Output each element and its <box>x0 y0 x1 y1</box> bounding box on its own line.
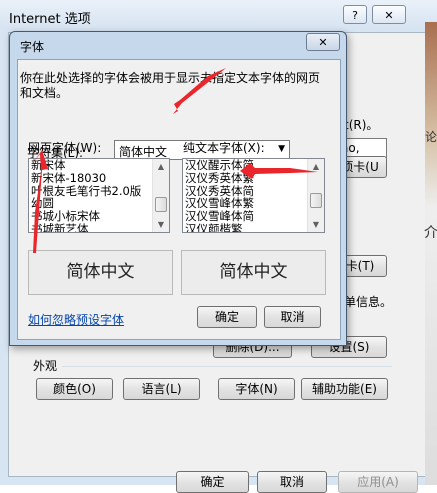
ok-button[interactable]: 确定 <box>176 471 249 493</box>
edge-text: 介 <box>424 225 437 241</box>
chevron-down-icon: ▼ <box>278 144 285 154</box>
webpage-font-label: 网页字体(W): <box>28 141 102 155</box>
webpage-font-scrollbar[interactable]: ▲ ▼ <box>152 159 169 232</box>
plaintext-font-preview: 简体中文 <box>181 250 326 295</box>
scroll-down-icon[interactable]: ▼ <box>153 217 169 232</box>
list-item[interactable]: 书城小标宋体 <box>31 210 152 223</box>
fonts-dialog-title: 字体 <box>20 40 45 54</box>
colors-button[interactable]: 颜色(O) <box>36 378 113 400</box>
webpage-font-list[interactable]: 新宋体 新宋体-18030 叶根友毛笔行书2.0版 幼圆 书城小标宋体 书城新艺体 ▲ ▼ <box>28 158 170 233</box>
list-item[interactable]: 新宋体 <box>31 159 152 172</box>
list-item[interactable]: 汉仪秀英体繁 <box>185 172 307 185</box>
list-item[interactable]: 书城新艺体 <box>31 223 152 232</box>
list-item[interactable]: 汉仪秀英体简 <box>185 185 307 198</box>
webpage-font-items: 新宋体 新宋体-18030 叶根友毛笔行书2.0版 幼圆 书城小标宋体 书城新艺体 <box>31 159 152 232</box>
list-item[interactable]: 汉仪雪峰体繁 <box>185 197 307 210</box>
plaintext-font-label: 纯文本字体(X): <box>183 141 265 155</box>
scroll-down-icon[interactable]: ▼ <box>308 217 324 232</box>
scroll-up-icon[interactable]: ▲ <box>308 159 324 174</box>
close-icon[interactable]: ✕ <box>372 5 406 24</box>
edge-text: 论 <box>425 130 437 144</box>
group-divider <box>62 366 392 367</box>
plaintext-font-items: 汉仪醒示体简 汉仪秀英体繁 汉仪秀英体简 汉仪雪峰体繁 汉仪雪峰体简 汉仪颜楷繁 <box>185 159 307 232</box>
list-item[interactable]: 新宋体-18030 <box>31 172 152 185</box>
list-item[interactable]: 汉仪雪峰体简 <box>185 210 307 223</box>
cancel-button[interactable]: 取消 <box>257 471 327 493</box>
accessibility-button[interactable]: 辅助功能(E) <box>301 378 388 400</box>
dialog-ok-button[interactable]: 确定 <box>197 306 257 328</box>
fonts-dialog-titlebar: 字体 ✕ <box>10 32 346 58</box>
scroll-thumb[interactable] <box>310 193 322 208</box>
ignore-fonts-link[interactable]: 如何忽略预设字体 <box>28 311 124 328</box>
list-item[interactable]: 汉仪颜楷繁 <box>185 223 307 232</box>
list-item[interactable]: 叶根友毛笔行书2.0版 <box>31 185 152 198</box>
fonts-button[interactable]: 字体(N) <box>218 378 295 400</box>
internet-options-titlebar: Internet 选项 ? ✕ <box>0 0 437 30</box>
scroll-thumb[interactable] <box>155 197 167 212</box>
background-window-edge <box>425 22 437 485</box>
plaintext-font-list[interactable]: 汉仪醒示体简 汉仪秀英体繁 汉仪秀英体简 汉仪雪峰体繁 汉仪雪峰体简 汉仪颜楷繁 ▲ ▼ <box>182 158 325 233</box>
list-item[interactable]: 汉仪醒示体简 <box>185 159 307 172</box>
fonts-description: 你在此处选择的字体会被用于显示未指定文本字体的网页和文档。 <box>20 71 321 100</box>
plaintext-font-scrollbar[interactable]: ▲ ▼ <box>307 159 324 232</box>
window-title: Internet 选项 <box>9 12 91 27</box>
partial-text: t(R)。 <box>344 118 379 132</box>
languages-button[interactable]: 语言(L) <box>123 378 200 400</box>
appearance-group-label: 外观 <box>33 359 58 373</box>
close-icon[interactable]: ✕ <box>306 33 340 51</box>
apply-button[interactable]: 应用(A) <box>338 471 418 493</box>
scroll-up-icon[interactable]: ▲ <box>153 159 169 174</box>
help-icon[interactable]: ? <box>343 5 367 24</box>
dialog-cancel-button[interactable]: 取消 <box>264 306 321 328</box>
list-item[interactable]: 幼圆 <box>31 197 152 210</box>
webpage-font-preview: 简体中文 <box>28 250 173 295</box>
partial-text: 单信息。 <box>344 295 393 309</box>
